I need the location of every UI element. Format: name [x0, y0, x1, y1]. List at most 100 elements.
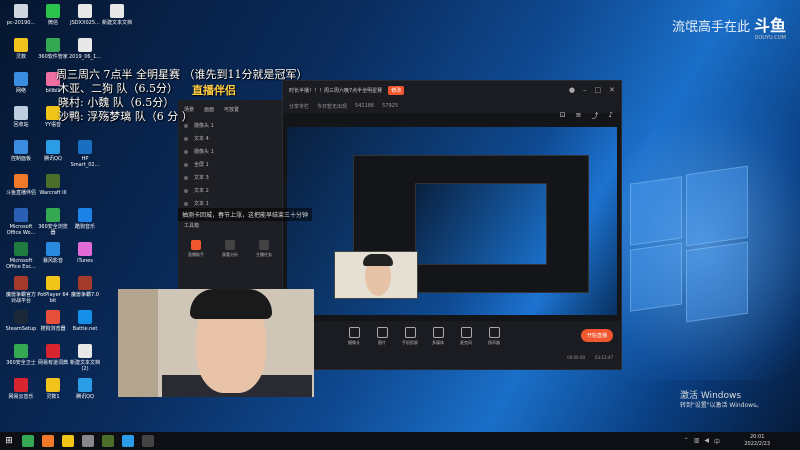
bell-icon[interactable]: ♪ — [609, 111, 613, 121]
desktop-icon[interactable]: 灵数1 — [36, 378, 70, 400]
list-icon[interactable]: ≡ — [576, 111, 582, 121]
desktop-icon[interactable]: iTunes — [68, 242, 102, 264]
desktop-icon[interactable]: Microsoft Office Wo... — [4, 208, 38, 236]
eye-icon[interactable] — [184, 175, 188, 180]
edit-title-button[interactable]: 修改 — [388, 85, 405, 95]
app-icon — [14, 378, 28, 392]
desktop-icon[interactable]: 斗鱼直播伴侣 — [4, 174, 38, 196]
desktop-icon[interactable]: 魔兽争霸官方对战平台 — [4, 276, 38, 304]
tool-label: 观看分析 — [222, 252, 238, 257]
eye-icon[interactable] — [184, 136, 188, 141]
desktop-icon[interactable]: JSDXX025... — [68, 4, 102, 26]
desktop-icon[interactable]: 酷狗音乐 — [68, 208, 102, 230]
desktop-icon-label: 回收站 — [13, 122, 29, 128]
desktop-icon-label: 网易云音乐 — [8, 394, 34, 400]
desktop-icon[interactable]: Microsoft Office Exc... — [4, 242, 38, 270]
scene-item[interactable]: 文本 3 — [178, 171, 282, 184]
app-icon — [14, 344, 28, 358]
desktop-icon[interactable]: 搜狗浏览器 — [36, 310, 70, 332]
info-share[interactable]: 分享专栏 — [289, 103, 309, 110]
tab-screen[interactable]: 画面 — [204, 106, 214, 113]
eye-icon[interactable] — [184, 201, 188, 206]
eye-icon[interactable] — [184, 123, 188, 128]
ime-icon[interactable]: 中 — [714, 437, 720, 446]
desktop-icon[interactable]: 360安全卫士 — [4, 344, 38, 366]
desktop-icon[interactable]: 网易云音乐 — [4, 378, 38, 400]
desktop-icon[interactable]: 魔兽争霸7.0 — [68, 276, 102, 298]
scene-item[interactable]: 摄像头 1 — [178, 145, 282, 158]
source-tool-button[interactable]: 扬声器 — [483, 327, 505, 346]
volume-icon[interactable]: ◀ — [704, 437, 709, 446]
desktop-icon[interactable]: 网易有道词典 — [36, 344, 70, 366]
scene-label: 文本 2 — [194, 188, 209, 194]
desktop-icon[interactable]: Warcraft III — [36, 174, 70, 196]
explorer-icon[interactable] — [82, 435, 94, 447]
close-icon[interactable]: ✕ — [609, 86, 615, 94]
desktop-icon-label: 新建文本文档 — [101, 20, 132, 26]
360-browser-icon[interactable] — [22, 435, 34, 447]
tab-placeable[interactable]: 可放置 — [224, 106, 239, 113]
desktop-icon[interactable]: 网络 — [4, 72, 38, 94]
eye-icon[interactable] — [184, 162, 188, 167]
desktop-icon-label: HP Smart_02... — [70, 156, 100, 168]
tool-analytics[interactable]: 观看分析 — [216, 240, 244, 258]
desktop-icon[interactable]: pc-20190... — [4, 4, 38, 26]
desktop-icon[interactable]: 微信 — [36, 4, 70, 26]
warcraft-icon[interactable] — [102, 435, 114, 447]
desktop-icon-label: 网络 — [15, 88, 26, 94]
tool-label: 主播任务 — [256, 252, 272, 257]
source-tool-button[interactable]: 麦克风 — [455, 327, 477, 346]
desktop-icon[interactable]: 新建文本文档 — [100, 4, 134, 26]
app-icon — [46, 38, 60, 52]
desktop-icon[interactable]: 腾讯QQ — [36, 140, 70, 162]
desktop-icon[interactable]: Battle.net — [68, 310, 102, 332]
share-icon[interactable]: ⤴ — [592, 111, 599, 121]
taskbar-clock[interactable]: 20:01 2022/2/23 — [744, 434, 770, 448]
desktop-icon[interactable]: 控制面板 — [4, 140, 38, 162]
webcam-preview-small — [334, 251, 418, 299]
minimize-icon[interactable]: – — [583, 86, 587, 94]
scene-item[interactable]: 全屏 1 — [178, 158, 282, 171]
app-icon — [14, 4, 28, 18]
timer-total: 03:13:47 — [595, 355, 613, 360]
source-tool-button[interactable]: 摄像头 — [343, 327, 365, 346]
app-icon — [78, 344, 92, 358]
scene-item[interactable]: 摄像头 1 — [178, 119, 282, 132]
desktop-icon[interactable]: HP Smart_02... — [68, 140, 102, 168]
timer-live: 00:00:00 — [567, 355, 586, 360]
chevron-up-icon[interactable]: ⌃ — [684, 437, 689, 446]
source-tool-button[interactable]: 图片 — [371, 327, 393, 346]
tool-live-assistant[interactable]: 直播助手 — [182, 240, 210, 258]
desktop-icon[interactable]: PotPlayer 64 bit — [36, 276, 70, 304]
avatar-icon[interactable]: ● — [569, 86, 575, 94]
source-tool-button[interactable]: 手机投屏 — [399, 327, 421, 346]
app-icon — [78, 38, 92, 52]
desktop-icon[interactable]: 新建文本文档(2) — [68, 344, 102, 372]
app-window-icon[interactable] — [142, 435, 154, 447]
desktop-icon-label: 360软件管家 — [38, 54, 68, 60]
gift-icon[interactable]: ⊡ — [560, 111, 566, 121]
desktop-icon[interactable]: 360安全浏览器 — [36, 208, 70, 236]
desktop-icon[interactable]: 灵数 — [4, 38, 38, 60]
douyu-companion-icon[interactable] — [42, 435, 54, 447]
source-tool-button[interactable]: 多媒体 — [427, 327, 449, 346]
start-live-button[interactable]: 开始直播 — [580, 329, 613, 342]
desktop-icon[interactable]: 360软件管家 — [36, 38, 70, 60]
network-icon[interactable]: ▥ — [694, 437, 700, 446]
overlay-line-2: 木亚、二狗 队（6.5分） — [58, 82, 178, 95]
qq-icon[interactable] — [122, 435, 134, 447]
desktop-icon[interactable]: 回收站 — [4, 106, 38, 128]
maximize-icon[interactable]: □ — [595, 86, 602, 94]
yy-icon[interactable] — [62, 435, 74, 447]
desktop-icon[interactable]: 暴风影音 — [36, 242, 70, 264]
desktop-icon-label: JSDXX025... — [70, 20, 100, 26]
scene-item[interactable]: 文本 2 — [178, 184, 282, 197]
desktop-icon[interactable]: 2019_06_1... — [68, 38, 102, 60]
tool-tasks[interactable]: 主播任务 — [250, 240, 278, 258]
desktop-icon[interactable]: SteamSetup — [4, 310, 38, 332]
desktop-icon[interactable]: 腾讯QQ — [68, 378, 102, 400]
eye-icon[interactable] — [184, 149, 188, 154]
windows-start-icon[interactable]: ⊞ — [0, 432, 18, 450]
eye-icon[interactable] — [184, 188, 188, 193]
scene-item[interactable]: 文本 4 — [178, 132, 282, 145]
